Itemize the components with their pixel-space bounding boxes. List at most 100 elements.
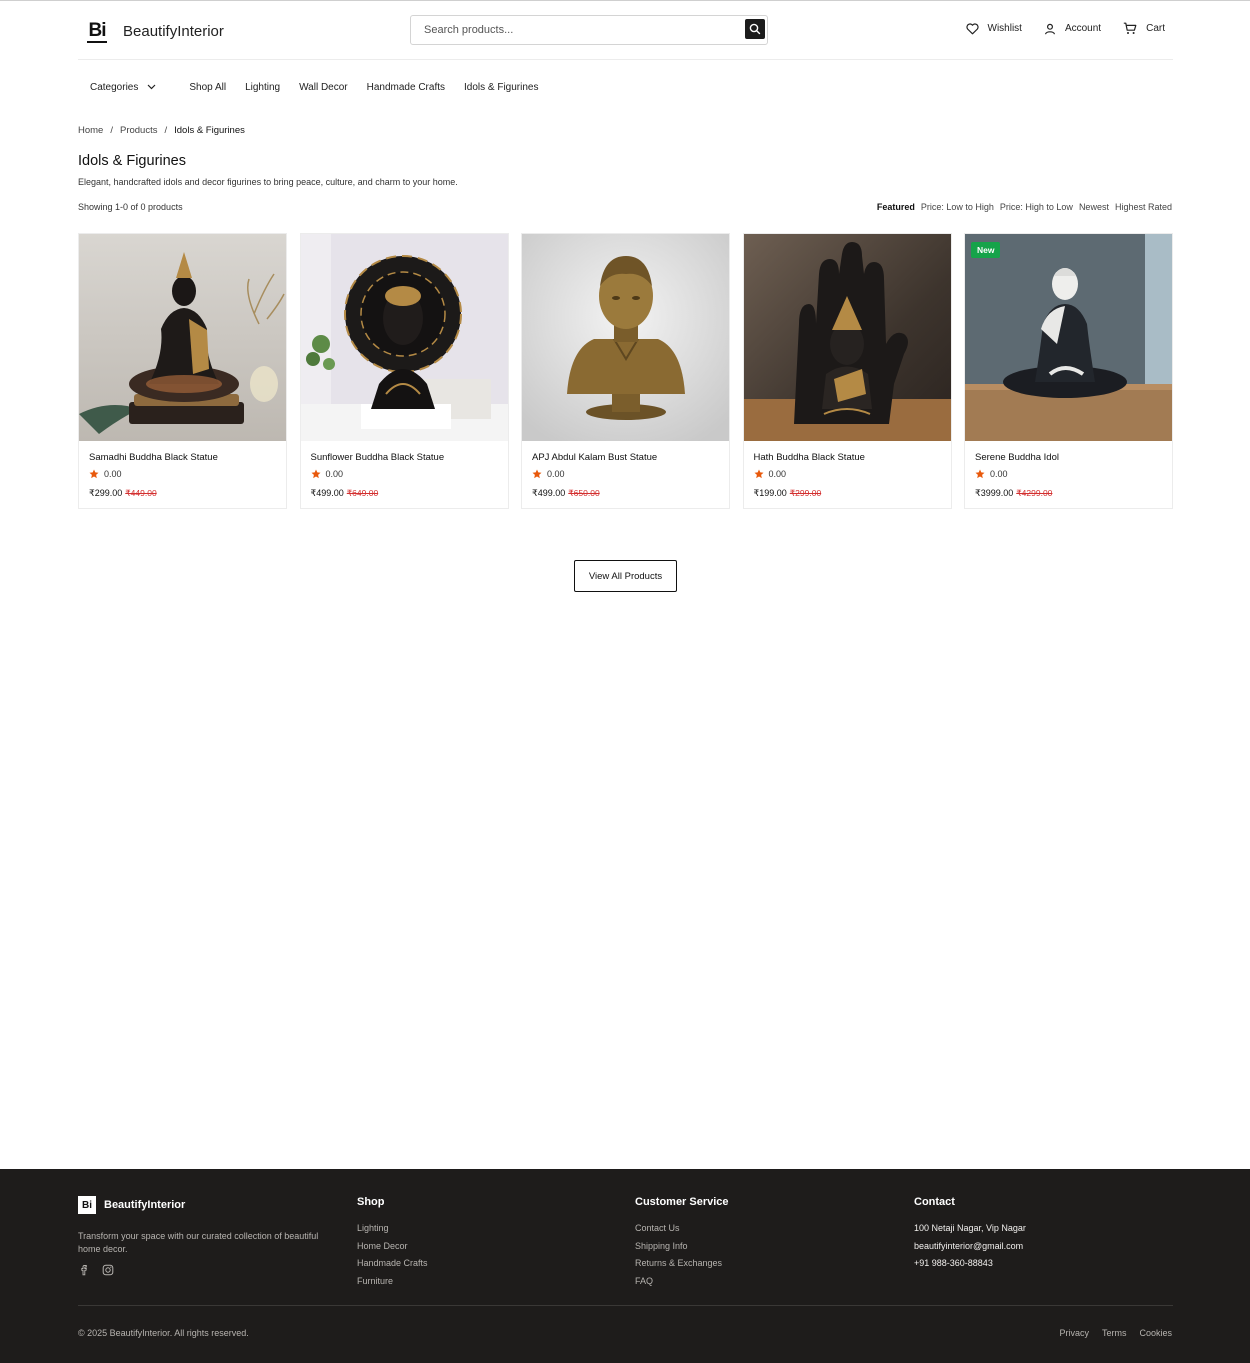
search-button[interactable] bbox=[745, 19, 765, 39]
nav-link-handmade-crafts[interactable]: Handmade Crafts bbox=[367, 82, 445, 93]
original-price: ₹4299.00 bbox=[1016, 488, 1053, 498]
product-image[interactable] bbox=[300, 234, 508, 441]
terms-link[interactable]: Terms bbox=[1102, 1328, 1127, 1338]
product-name[interactable]: APJ Abdul Kalam Bust Statue bbox=[532, 452, 719, 463]
account-button[interactable]: Account bbox=[1044, 23, 1101, 35]
account-label: Account bbox=[1064, 23, 1102, 34]
contact-email: beautifyinterior@gmail.com bbox=[914, 1240, 1024, 1251]
site-header: Bi BeautifyInterior Wishlist Account Car… bbox=[78, 1, 1173, 60]
cookies-link[interactable]: Cookies bbox=[1139, 1328, 1172, 1338]
footer-link-faq[interactable]: FAQ bbox=[635, 1273, 729, 1291]
product-name[interactable]: Serene Buddha Idol bbox=[975, 452, 1162, 463]
nav-link-shop-all[interactable]: Shop All bbox=[189, 82, 226, 93]
product-card[interactable]: Samadhi Buddha Black Statue 0.00 ₹299.00… bbox=[78, 233, 287, 509]
footer-link-lighting[interactable]: Lighting bbox=[357, 1220, 428, 1238]
footer-link-home-decor[interactable]: Home Decor bbox=[357, 1238, 428, 1256]
categories-label: Categories bbox=[90, 81, 139, 93]
footer-link-furniture[interactable]: Furniture bbox=[357, 1273, 428, 1291]
product-price: ₹3999.00 ₹4299.00 bbox=[975, 488, 1162, 499]
product-card[interactable]: Hath Buddha Black Statue 0.00 ₹199.00 ₹2… bbox=[742, 233, 952, 509]
product-price: ₹499.00 ₹649.00 bbox=[311, 488, 498, 499]
new-badge: New bbox=[971, 242, 1001, 258]
footer-brand-name: BeautifyInterior bbox=[104, 1199, 186, 1211]
search-bar bbox=[410, 15, 768, 45]
cart-icon bbox=[1123, 22, 1137, 34]
wishlist-label: Wishlist bbox=[987, 23, 1022, 34]
social-links bbox=[78, 1264, 340, 1276]
page-title: Idols & Figurines bbox=[78, 153, 186, 169]
search-input[interactable] bbox=[411, 16, 741, 44]
nav-link-wall-decor[interactable]: Wall Decor bbox=[299, 82, 348, 93]
footer-service-column: Customer Service Contact Us Shipping Inf… bbox=[635, 1196, 729, 1290]
sort-price-high-low[interactable]: Price: High to Low bbox=[1000, 202, 1073, 212]
site-footer: Bi BeautifyInterior Transform your space… bbox=[0, 1169, 1250, 1363]
sort-featured[interactable]: Featured bbox=[877, 202, 915, 212]
legal-links: Privacy Terms Cookies bbox=[1059, 1328, 1172, 1338]
instagram-icon[interactable] bbox=[102, 1264, 114, 1276]
cart-button[interactable]: Cart bbox=[1123, 22, 1165, 35]
privacy-link[interactable]: Privacy bbox=[1059, 1328, 1089, 1338]
brand-name: BeautifyInterior bbox=[123, 22, 224, 40]
nav-link-idols-figurines[interactable]: Idols & Figurines bbox=[464, 82, 538, 93]
product-image[interactable] bbox=[522, 234, 729, 441]
current-price: ₹299.00 bbox=[89, 488, 123, 498]
product-image[interactable] bbox=[79, 234, 286, 441]
header-actions: Wishlist Account Cart bbox=[965, 22, 1165, 35]
product-name[interactable]: Samadhi Buddha Black Statue bbox=[89, 452, 276, 463]
product-card[interactable]: Sunflower Buddha Black Statue 0.00 ₹499.… bbox=[299, 233, 509, 509]
product-image[interactable] bbox=[743, 234, 951, 441]
search-icon bbox=[749, 23, 761, 35]
current-price: ₹3999.00 bbox=[975, 488, 1014, 498]
product-rating: 0.00 bbox=[89, 469, 276, 479]
wishlist-button[interactable]: Wishlist bbox=[965, 22, 1022, 35]
breadcrumb-separator: / bbox=[164, 125, 168, 136]
categories-dropdown[interactable]: Categories bbox=[90, 82, 156, 93]
result-count: Showing 1-0 of 0 products bbox=[78, 202, 183, 212]
footer-link-shipping-info[interactable]: Shipping Info bbox=[635, 1238, 729, 1256]
page-description: Elegant, handcrafted idols and decor fig… bbox=[78, 177, 458, 187]
product-card[interactable]: APJ Abdul Kalam Bust Statue 0.00 ₹499.00… bbox=[521, 233, 730, 509]
current-price: ₹199.00 bbox=[753, 488, 787, 498]
footer-contact-column: Contact 100 Netaji Nagar, Vip Nagar beau… bbox=[914, 1196, 1026, 1273]
footer-logo-mark: Bi bbox=[78, 1196, 96, 1214]
facebook-icon[interactable] bbox=[78, 1264, 90, 1276]
breadcrumb-home[interactable]: Home bbox=[78, 125, 103, 136]
footer-contact-heading: Contact bbox=[914, 1196, 955, 1208]
footer-link-returns[interactable]: Returns & Exchanges bbox=[635, 1255, 729, 1273]
product-image bbox=[965, 234, 1172, 441]
original-price: ₹650.00 bbox=[568, 488, 600, 498]
breadcrumb-separator: / bbox=[110, 125, 113, 136]
footer-logo[interactable]: Bi BeautifyInterior bbox=[78, 1196, 340, 1214]
rating-value: 0.00 bbox=[104, 469, 122, 479]
sort-price-low-high[interactable]: Price: Low to High bbox=[921, 202, 994, 212]
footer-tagline: Transform your space with our curated co… bbox=[78, 1231, 319, 1254]
logo[interactable]: Bi BeautifyInterior bbox=[84, 18, 224, 44]
product-card[interactable]: New Serene Buddha Idol 0.00 ₹3999.00 ₹42… bbox=[964, 233, 1173, 509]
copyright: © 2025 BeautifyInterior. All rights rese… bbox=[78, 1328, 249, 1338]
star-icon bbox=[89, 469, 99, 479]
footer-link-handmade-crafts[interactable]: Handmade Crafts bbox=[357, 1255, 428, 1273]
contact-address: 100 Netaji Nagar, Vip Nagar bbox=[914, 1223, 1026, 1233]
contact-phone: +91 988-360-88843 bbox=[914, 1258, 993, 1268]
current-price: ₹499.00 bbox=[532, 488, 566, 498]
product-price: ₹299.00 ₹449.00 bbox=[89, 488, 276, 499]
view-all-products-button[interactable]: View All Products bbox=[574, 560, 677, 592]
breadcrumb: Home / Products / Idols & Figurines bbox=[78, 125, 245, 136]
footer-service-heading: Customer Service bbox=[635, 1196, 729, 1208]
heart-icon bbox=[965, 22, 979, 34]
product-name[interactable]: Hath Buddha Black Statue bbox=[754, 452, 941, 463]
original-price: ₹299.00 bbox=[789, 488, 822, 498]
logo-mark: Bi bbox=[84, 18, 110, 44]
product-rating: 0.00 bbox=[311, 469, 498, 479]
sort-highest-rated[interactable]: Highest Rated bbox=[1115, 202, 1172, 212]
sort-newest[interactable]: Newest bbox=[1079, 202, 1109, 212]
footer-link-contact-us[interactable]: Contact Us bbox=[635, 1220, 729, 1238]
main-nav: Categories Shop All Lighting Wall Decor … bbox=[90, 79, 557, 95]
footer-brand-column: Bi BeautifyInterior Transform your space… bbox=[78, 1196, 340, 1276]
nav-link-lighting[interactable]: Lighting bbox=[245, 82, 280, 93]
breadcrumb-products[interactable]: Products bbox=[120, 125, 158, 136]
footer-shop-heading: Shop bbox=[357, 1196, 385, 1208]
footer-divider bbox=[78, 1305, 1173, 1306]
product-name[interactable]: Sunflower Buddha Black Statue bbox=[311, 452, 498, 463]
product-image-wrapper[interactable]: New bbox=[965, 234, 1172, 441]
